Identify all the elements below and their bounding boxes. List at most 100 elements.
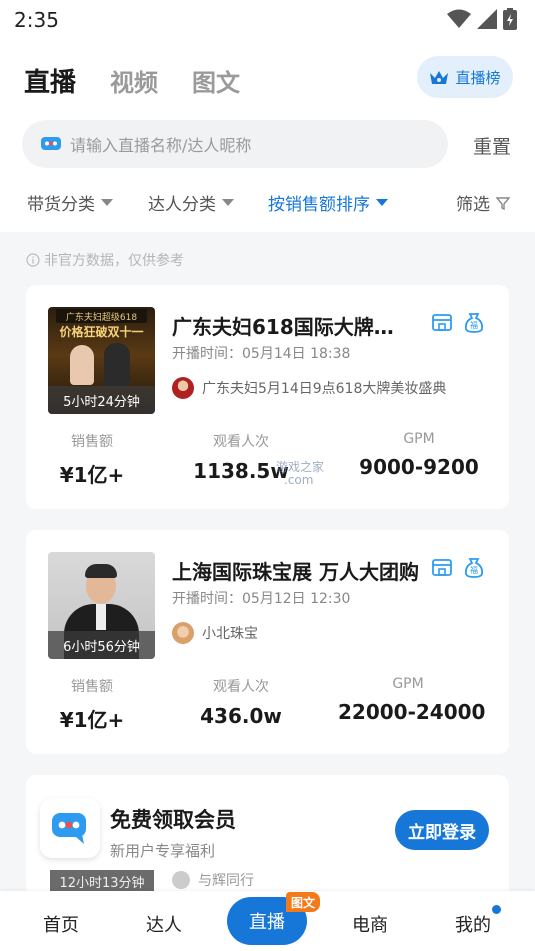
screen-label: 筛选: [456, 195, 490, 215]
sales-stat: 销售额 ¥1亿+: [54, 676, 130, 733]
tab-image-text[interactable]: 图文: [192, 63, 240, 98]
anchor-info: 与辉同行: [172, 870, 254, 890]
nav-home[interactable]: 首页: [43, 911, 79, 937]
nav-influencer[interactable]: 达人: [146, 911, 182, 937]
status-icons: [447, 8, 517, 30]
lucky-bag-icon: 福: [464, 313, 484, 333]
live-ranking-label: 直播榜: [455, 68, 501, 87]
views-stat: 观看人次 436.0w: [186, 676, 296, 728]
influencer-category-label: 达人分类: [148, 195, 216, 215]
svg-text:福: 福: [470, 566, 478, 575]
stat-label: GPM: [392, 676, 424, 692]
avatar: [172, 377, 194, 399]
live-thumbnail: 广东夫妇超级618 价格狂破双十一 5小时24分钟: [48, 307, 155, 414]
content-tabs: 直播 视频 图文: [24, 62, 240, 99]
thumbnail-banner-text: 广东夫妇超级618: [65, 312, 138, 323]
gpm-stat: GPM 9000-9200: [356, 431, 482, 479]
nav-ecommerce[interactable]: 电商: [352, 911, 388, 937]
anchor-name: 广东夫妇5月14日9点618大牌美妆盛典: [202, 381, 447, 397]
live-title: 上海国际珠宝展 万人大团购: [172, 560, 419, 584]
stat-label: 观看人次: [213, 434, 269, 450]
anchor-info[interactable]: 广东夫妇5月14日9点618大牌美妆盛典: [172, 377, 446, 399]
tab-live[interactable]: 直播: [24, 62, 76, 99]
image-text-badge: 图文: [286, 892, 321, 912]
live-card[interactable]: 6小时56分钟 上海国际珠宝展 万人大团购 福 开播时间：05月12日 12:3…: [26, 530, 509, 754]
caret-down-icon: [376, 199, 388, 206]
watermark-subtext: .com: [284, 473, 314, 487]
crown-icon: [430, 71, 449, 84]
stat-label: 观看人次: [213, 679, 269, 695]
header: 直播 视频 图文 直播榜 请输入直播名称/达人昵称 重置 带货分类 达人分类 按…: [0, 40, 535, 232]
caret-down-icon: [101, 199, 113, 206]
wifi-icon: [447, 9, 471, 28]
avatar: [172, 871, 190, 889]
duration-label: 6小时56分钟: [48, 631, 155, 659]
shop-icon: [432, 559, 452, 576]
card-icons: 福: [431, 556, 485, 578]
app-logo-icon: [41, 137, 61, 150]
thumbnail-headline-text: 价格狂破双十一: [59, 325, 144, 339]
nav-mine[interactable]: 我的: [455, 911, 491, 937]
lucky-bag-icon: 福: [464, 558, 484, 578]
live-card[interactable]: 广东夫妇超级618 价格狂破双十一 5小时24分钟 广东夫妇618国际大牌美妆盛…: [26, 285, 509, 509]
anchor-info[interactable]: 小北珠宝: [172, 622, 258, 644]
duration-label: 12小时13分钟: [50, 870, 154, 892]
sales-stat: 销售额 ¥1亿+: [54, 431, 130, 488]
stat-label: 销售额: [71, 434, 113, 450]
thumbnail-people: [104, 343, 130, 387]
caret-down-icon: [222, 199, 234, 206]
thumbnail-person-shirt: [96, 604, 106, 630]
search-input[interactable]: 请输入直播名称/达人昵称: [22, 120, 448, 168]
signal-icon: [477, 9, 497, 29]
screen-filter[interactable]: 筛选: [456, 190, 510, 215]
info-icon: [26, 253, 40, 267]
anchor-name: 小北珠宝: [202, 626, 258, 642]
stat-label: 销售额: [71, 679, 113, 695]
start-time: 开播时间：05月12日 12:30: [172, 591, 351, 607]
disclaimer: 非官方数据，仅供参考: [26, 250, 184, 270]
stat-value: 22000-24000: [338, 700, 486, 724]
svg-text:福: 福: [470, 321, 478, 330]
member-title: 免费领取会员: [110, 808, 236, 832]
card-icons: 福: [431, 311, 485, 333]
member-subtitle: 新用户专享福利: [110, 842, 216, 860]
live-title: 广东夫妇618国际大牌美妆盛典: [172, 315, 412, 339]
sort-label: 按销售额排序: [268, 195, 370, 215]
app-logo-icon: [40, 798, 100, 858]
login-button[interactable]: 立即登录: [395, 810, 489, 850]
live-thumbnail: 6小时56分钟: [48, 552, 155, 659]
disclaimer-text: 非官方数据，仅供参考: [44, 253, 184, 269]
thumbnail-people: [70, 345, 94, 385]
tab-video[interactable]: 视频: [110, 63, 158, 98]
live-ranking-button[interactable]: 直播榜: [417, 56, 513, 98]
stat-label: GPM: [403, 431, 435, 447]
funnel-icon: [496, 196, 510, 210]
influencer-category-filter[interactable]: 达人分类: [148, 190, 234, 215]
duration-label: 5小时24分钟: [48, 386, 155, 414]
thumbnail-person-hair: [85, 564, 117, 578]
status-bar: 2:35: [0, 0, 535, 40]
notification-dot: [492, 905, 501, 914]
thumbnail-banner: 广东夫妇超级618: [56, 309, 147, 323]
member-promo-banner: 免费领取会员 新用户专享福利 立即登录: [26, 790, 509, 868]
shop-icon: [432, 314, 452, 331]
thumbnail-headline: 价格狂破双十一: [48, 323, 155, 340]
bottom-nav: 首页 达人 直播 图文 电商 我的: [0, 891, 535, 951]
watermark: 游戏之家 .com: [276, 461, 324, 487]
status-time: 2:35: [14, 8, 59, 32]
filter-bar: 带货分类 达人分类 按销售额排序 筛选: [0, 186, 535, 226]
stat-value: 9000-9200: [359, 455, 479, 479]
battery-icon: [503, 8, 517, 30]
avatar: [172, 622, 194, 644]
stat-value: ¥1亿+: [59, 463, 125, 487]
search-placeholder: 请输入直播名称/达人昵称: [70, 136, 252, 155]
start-time: 开播时间：05月14日 18:38: [172, 346, 351, 362]
goods-category-filter[interactable]: 带货分类: [27, 190, 113, 215]
goods-category-label: 带货分类: [27, 195, 95, 215]
reset-button[interactable]: 重置: [473, 132, 511, 159]
gpm-stat: GPM 22000-24000: [338, 676, 486, 724]
anchor-name: 与辉同行: [198, 873, 254, 889]
stat-value: ¥1亿+: [59, 708, 125, 732]
stat-value: 436.0w: [200, 704, 282, 728]
sort-filter[interactable]: 按销售额排序: [268, 190, 388, 215]
